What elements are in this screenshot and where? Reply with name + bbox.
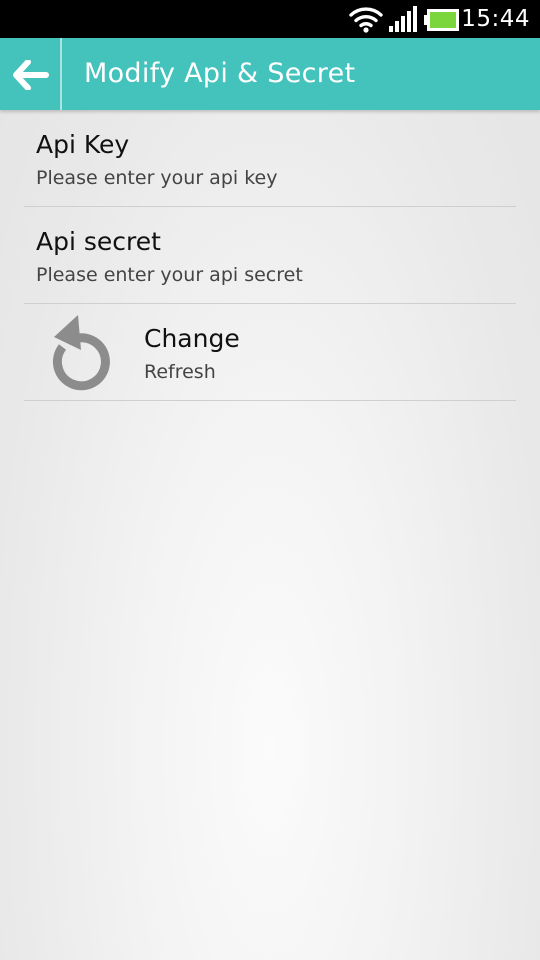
signal-icon [389, 6, 417, 32]
setting-summary: Please enter your api key [36, 167, 278, 189]
setting-title: Api secret [36, 227, 161, 256]
setting-title: Api Key [36, 130, 130, 159]
setting-item-change[interactable]: Change Refresh [24, 304, 516, 401]
settings-list: Api Key Please enter your api key Api se… [24, 110, 516, 401]
status-time: 15:44 [461, 6, 530, 32]
battery-icon [424, 9, 459, 31]
setting-item-api-key[interactable]: Api Key Please enter your api key [24, 110, 516, 207]
setting-summary: Refresh [144, 361, 216, 383]
setting-summary: Please enter your api secret [36, 264, 303, 286]
back-arrow-icon [13, 60, 49, 90]
back-button[interactable] [0, 38, 61, 110]
action-bar: Modify Api & Secret [0, 38, 540, 110]
action-bar-divider [60, 38, 62, 110]
refresh-icon [52, 315, 110, 391]
setting-title: Change [144, 324, 240, 353]
status-bar: 15:44 [0, 0, 540, 38]
wifi-icon [349, 7, 383, 33]
setting-item-api-secret[interactable]: Api secret Please enter your api secret [24, 207, 516, 304]
page-title: Modify Api & Secret [84, 58, 356, 89]
